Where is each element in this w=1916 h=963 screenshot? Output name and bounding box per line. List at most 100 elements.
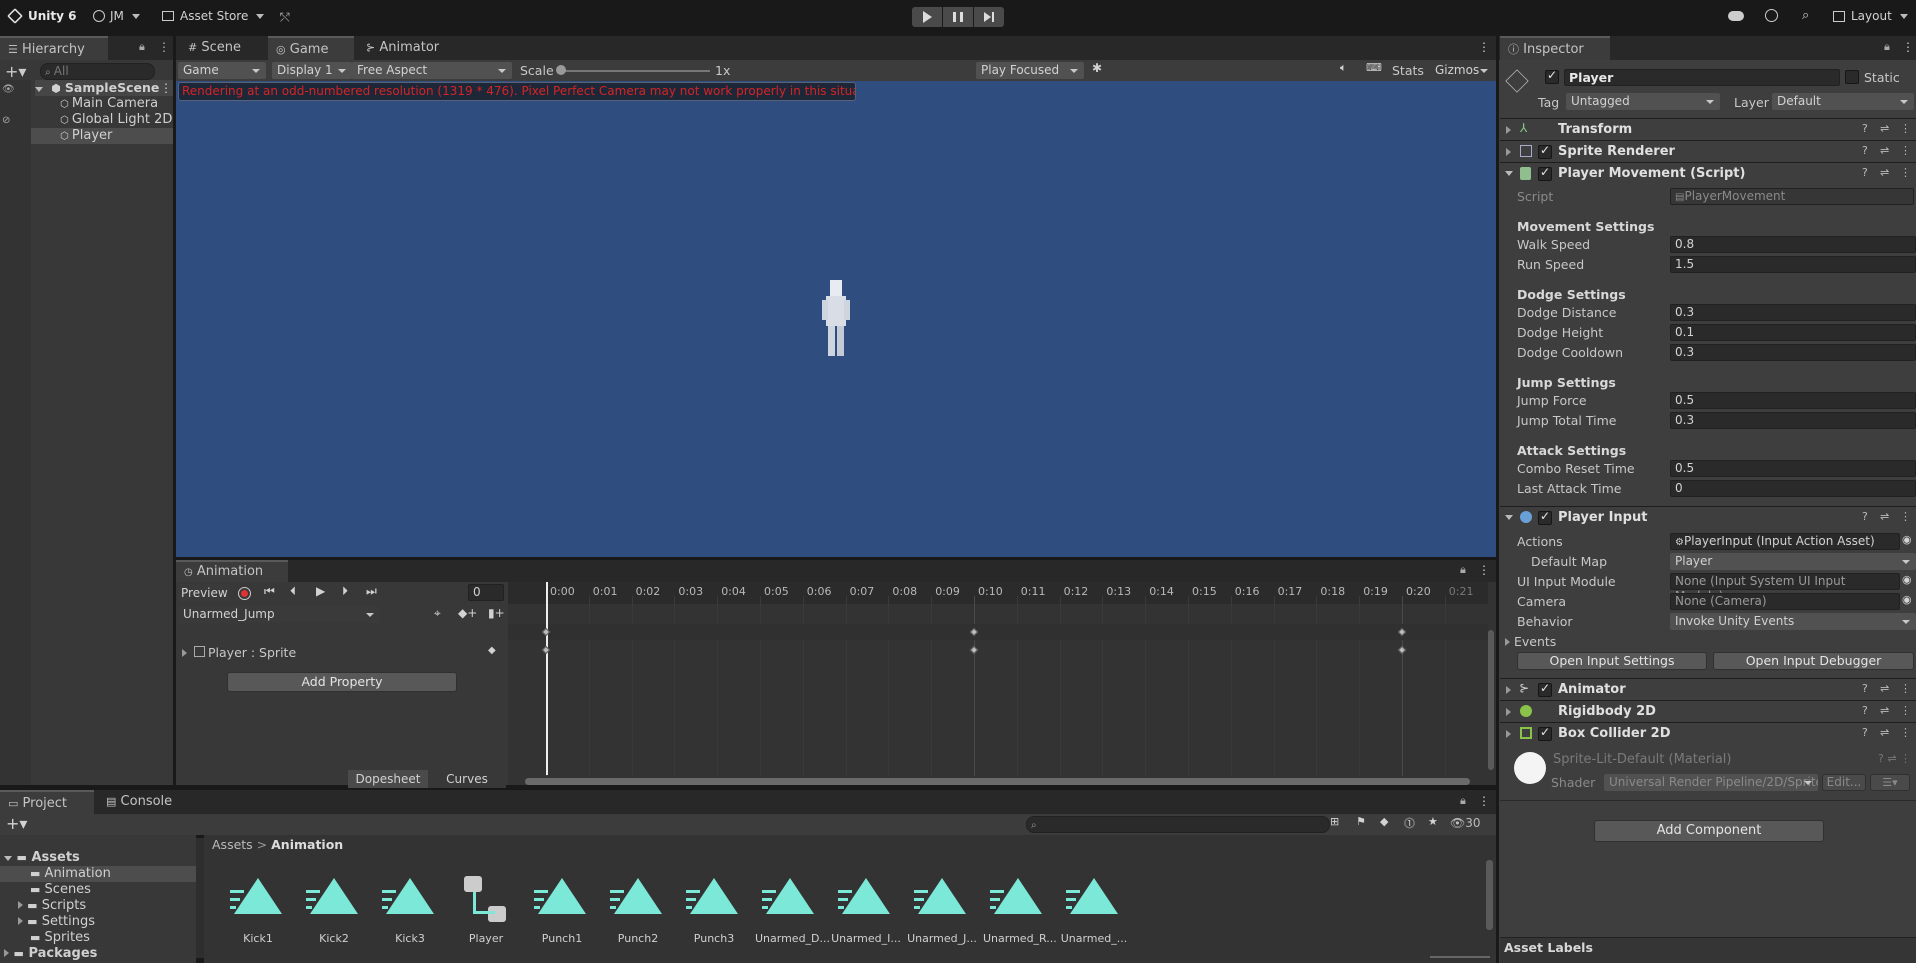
timeline-vscrollbar[interactable] — [1488, 630, 1494, 770]
property-row[interactable]: Player : Sprite ◆ — [176, 644, 508, 662]
animation-clip-icon[interactable] — [610, 876, 666, 916]
project-search-input[interactable]: ⌕ — [1026, 816, 1330, 833]
tab-console[interactable]: ▤ Console — [98, 790, 180, 814]
shader-dropdown[interactable]: Universal Render Pipeline/2D/Sprite — [1604, 774, 1818, 791]
tab-inspector[interactable]: ⓘ Inspector — [1500, 36, 1610, 60]
search-by-type-icon[interactable]: ⊞ — [1330, 815, 1339, 828]
enabled-checkbox[interactable] — [1538, 165, 1552, 181]
dodge-height-input[interactable]: 0.1 — [1670, 324, 1916, 341]
prev-frame-icon[interactable]: ⏴ — [290, 584, 296, 599]
preset-icon[interactable]: ⇌ — [1880, 510, 1889, 523]
lock-icon[interactable]: 🔒︎ — [139, 40, 145, 54]
help-icon[interactable]: ? — [1862, 704, 1868, 717]
breadcrumb-current[interactable]: Animation — [271, 837, 343, 852]
hierarchy-scene[interactable]: ⬢ SampleScene — [35, 80, 173, 96]
animation-clip-icon[interactable] — [762, 876, 818, 916]
account-dropdown[interactable]: JM — [93, 9, 140, 23]
asset-label[interactable]: Unarmed_D... — [755, 932, 830, 945]
kebab-menu-icon[interactable]: ⋮ — [1900, 682, 1911, 695]
tab-animator[interactable]: ⊱ Animator — [358, 36, 447, 60]
tab-project[interactable]: ▭ Project — [0, 790, 94, 814]
tree-item-settings[interactable]: ▬ Settings — [18, 914, 95, 930]
last-frame-icon[interactable]: ⏭ — [366, 584, 377, 599]
shader-menu-button[interactable]: ☰▾ — [1870, 774, 1910, 791]
static-checkbox[interactable] — [1845, 70, 1859, 84]
mute-audio-icon[interactable]: 🔈︎ — [1340, 61, 1347, 75]
clip-dropdown[interactable]: Unarmed_Jump — [178, 606, 380, 623]
tree-item-scripts[interactable]: ▬ Scripts — [18, 898, 86, 914]
asset-store-dropdown[interactable]: Asset Store — [162, 9, 265, 23]
asset-label[interactable]: Punch3 — [679, 932, 749, 945]
component-animator[interactable]: ⊱ Animator ? ⇌ ⋮ — [1500, 678, 1916, 700]
kebab-menu-icon[interactable]: ⋮ — [1478, 563, 1490, 577]
hidden-visibility-icon[interactable]: ⊘ — [2, 115, 10, 126]
scene-menu-icon[interactable]: ⋮ — [160, 81, 172, 95]
shader-edit-button[interactable]: Edit... — [1822, 774, 1866, 791]
asset-label[interactable]: Kick2 — [299, 932, 369, 945]
dodge-cooldown-input[interactable]: 0.3 — [1670, 344, 1916, 361]
enabled-checkbox[interactable] — [1538, 509, 1552, 525]
component-transform[interactable]: ⅄ Transform ? ⇌ ⋮ — [1500, 118, 1916, 140]
behavior-dropdown[interactable]: Invoke Unity Events — [1670, 613, 1916, 630]
step-button[interactable] — [974, 7, 1004, 27]
hierarchy-item[interactable]: ⬡ Main Camera — [60, 96, 158, 112]
lock-icon[interactable]: 🔒︎ — [1884, 40, 1890, 54]
component-player-movement[interactable]: Player Movement (Script) ? ⇌ ⋮ — [1500, 162, 1916, 184]
create-asset-button[interactable]: +▾ — [6, 814, 27, 833]
animation-clip-icon[interactable] — [1066, 876, 1122, 916]
enabled-checkbox[interactable] — [1538, 681, 1552, 697]
camera-field[interactable]: None (Camera) — [1670, 593, 1900, 610]
animation-clip-icon[interactable] — [230, 876, 286, 916]
walk-speed-input[interactable]: 0.8 — [1670, 236, 1916, 253]
run-speed-input[interactable]: 1.5 — [1670, 256, 1916, 273]
jump-total-time-input[interactable]: 0.3 — [1670, 412, 1916, 429]
filter-by-selection-icon[interactable]: ⌖ — [434, 606, 441, 621]
kebab-menu-icon[interactable]: ⋮ — [1900, 144, 1911, 157]
icon-size-slider[interactable] — [1430, 956, 1490, 958]
component-rigidbody-2d[interactable]: Rigidbody 2D ? ⇌ ⋮ — [1500, 700, 1916, 722]
game-mode-dropdown[interactable]: Game — [178, 62, 266, 79]
shortcut-icon[interactable]: ⌨ — [1366, 61, 1382, 74]
search-icon[interactable]: ⌕ — [1802, 8, 1809, 23]
component-box-collider-2d[interactable]: Box Collider 2D ? ⇌ ⋮ — [1500, 722, 1916, 744]
label-icon[interactable]: ◆ — [1380, 815, 1388, 828]
dopesheet-tab[interactable]: Dopesheet — [348, 770, 428, 788]
asset-label[interactable]: Unarmed_I... — [831, 932, 901, 945]
help-icon[interactable]: ? — [1862, 122, 1868, 135]
pause-button[interactable] — [943, 7, 973, 27]
kebab-menu-icon[interactable]: ⋮ — [158, 40, 170, 54]
preview-toggle[interactable]: Preview — [178, 584, 230, 602]
material-help-icon[interactable]: ? ⇌ ⋮ — [1878, 752, 1911, 765]
favorite-icon[interactable]: ★ — [1428, 815, 1438, 828]
frame-input[interactable]: 0 — [468, 584, 504, 601]
tree-assets[interactable]: ▬ Assets — [4, 850, 80, 866]
kebab-menu-icon[interactable]: ⋮ — [1478, 40, 1490, 54]
asset-label[interactable]: Player — [451, 932, 521, 945]
events-foldout[interactable]: Events — [1505, 634, 1556, 649]
first-frame-icon[interactable]: ⏮ — [264, 584, 275, 599]
lock-icon[interactable]: 🔒︎ — [1460, 563, 1466, 577]
animation-clip-icon[interactable] — [306, 876, 362, 916]
ui-input-module-field[interactable]: None (Input System UI Input Module) — [1670, 573, 1900, 603]
animation-clip-icon[interactable] — [990, 876, 1046, 916]
tree-item-animation[interactable]: ▬ Animation — [0, 866, 196, 882]
breadcrumb-root[interactable]: Assets — [212, 837, 253, 852]
history-icon[interactable] — [1765, 9, 1778, 22]
layout-dropdown[interactable]: Layout — [1833, 9, 1908, 23]
active-checkbox[interactable] — [1545, 68, 1559, 84]
add-component-button[interactable]: Add Component — [1594, 820, 1824, 842]
play-button[interactable] — [912, 7, 942, 27]
kebab-menu-icon[interactable]: ⋮ — [1478, 794, 1490, 808]
scale-slider-handle[interactable] — [556, 65, 566, 75]
enabled-checkbox[interactable] — [1538, 725, 1552, 741]
scale-slider[interactable] — [560, 70, 710, 72]
asset-label[interactable]: Unarmed_J... — [907, 932, 977, 945]
add-object-button[interactable]: +▾ — [5, 62, 26, 81]
asset-label[interactable]: Kick3 — [375, 932, 445, 945]
kebab-menu-icon[interactable]: ⋮ — [1902, 40, 1914, 54]
play-icon[interactable]: ▶ — [316, 584, 325, 598]
preset-icon[interactable]: ⇌ — [1880, 122, 1889, 135]
hierarchy-item[interactable]: ⬡ Global Light 2D — [60, 112, 172, 128]
enabled-checkbox[interactable] — [1538, 143, 1552, 159]
animator-controller-icon[interactable] — [464, 876, 514, 922]
